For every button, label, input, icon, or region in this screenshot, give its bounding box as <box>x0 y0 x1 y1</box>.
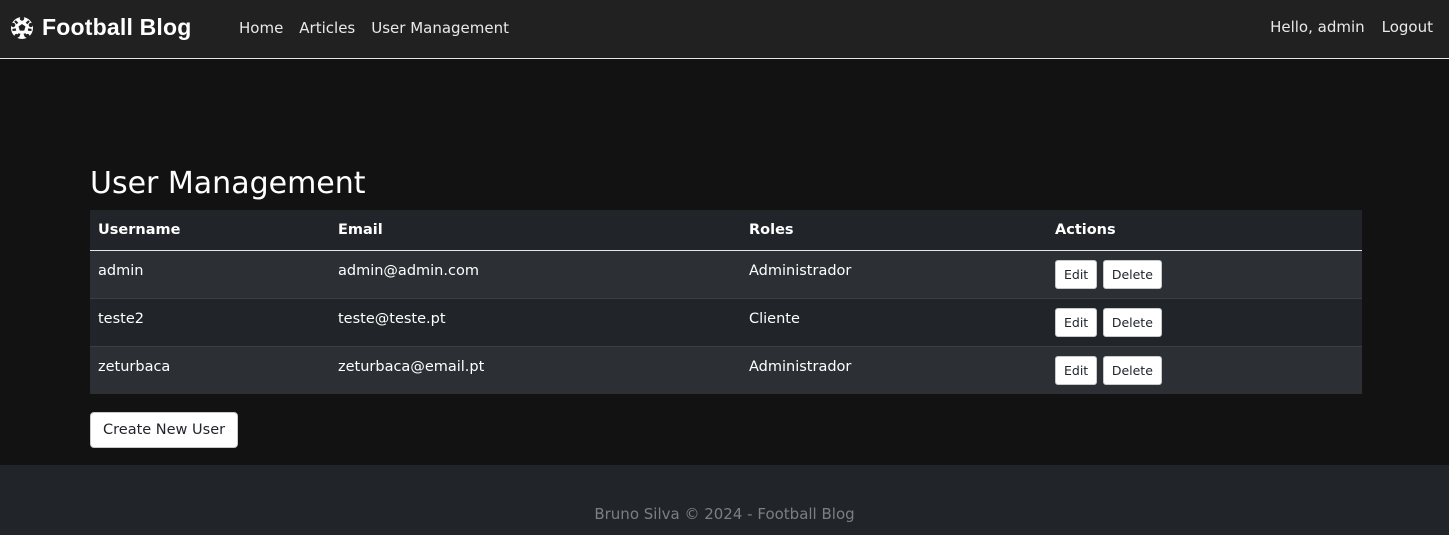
create-new-user-button[interactable]: Create New User <box>90 412 239 448</box>
actions-cell: Edit Delete <box>1047 346 1362 394</box>
username-cell: zeturbaca <box>98 358 171 375</box>
email-cell: zeturbaca@email.pt <box>338 358 485 375</box>
nav-user-management-link[interactable]: User Management <box>371 19 509 37</box>
logout-link[interactable]: Logout <box>1382 18 1433 36</box>
table-header-row: Username Email Roles Actions <box>90 210 1362 250</box>
delete-button[interactable]: Delete <box>1102 259 1162 289</box>
nav-user-area: Hello, admin Logout <box>1270 18 1433 36</box>
table-row: zeturbaca zeturbaca@email.pt Administrad… <box>90 346 1362 394</box>
role-cell: Cliente <box>749 310 800 327</box>
footer-text: Bruno Silva © 2024 - Football Blog <box>594 505 855 523</box>
column-header-username: Username <box>98 221 181 238</box>
soccer-ball-icon <box>11 15 33 39</box>
nav-articles-link[interactable]: Articles <box>299 19 355 37</box>
column-header-actions: Actions <box>1055 221 1116 238</box>
delete-button[interactable]: Delete <box>1102 355 1162 385</box>
users-table: Username Email Roles Actions admin admin… <box>90 210 1362 394</box>
nav-home-link[interactable]: Home <box>239 19 283 37</box>
email-cell: teste@teste.pt <box>338 310 446 327</box>
email-cell: admin@admin.com <box>338 262 479 279</box>
navbar: Football Blog Home Articles User Managem… <box>0 0 1449 59</box>
edit-button[interactable]: Edit <box>1055 307 1098 337</box>
nav-links: Home Articles User Management <box>239 19 509 37</box>
greeting-text: Hello, admin <box>1270 18 1365 36</box>
edit-button[interactable]: Edit <box>1055 355 1098 385</box>
brand-link[interactable]: Football Blog <box>10 14 192 41</box>
role-cell: Administrador <box>749 262 852 279</box>
actions-cell: Edit Delete <box>1047 298 1362 346</box>
username-cell: admin <box>98 262 144 279</box>
username-cell: teste2 <box>98 310 144 327</box>
actions-cell: Edit Delete <box>1047 250 1362 298</box>
role-cell: Administrador <box>749 358 852 375</box>
table-row: teste2 teste@teste.pt Cliente Edit Delet… <box>90 298 1362 346</box>
brand-title: Football Blog <box>42 14 192 40</box>
column-header-roles: Roles <box>749 221 794 238</box>
delete-button[interactable]: Delete <box>1102 307 1162 337</box>
edit-button[interactable]: Edit <box>1055 259 1098 289</box>
footer: Bruno Silva © 2024 - Football Blog <box>0 465 1449 535</box>
column-header-email: Email <box>338 221 383 238</box>
table-row: admin admin@admin.com Administrador Edit… <box>90 250 1362 298</box>
page-title: User Management <box>90 166 366 201</box>
